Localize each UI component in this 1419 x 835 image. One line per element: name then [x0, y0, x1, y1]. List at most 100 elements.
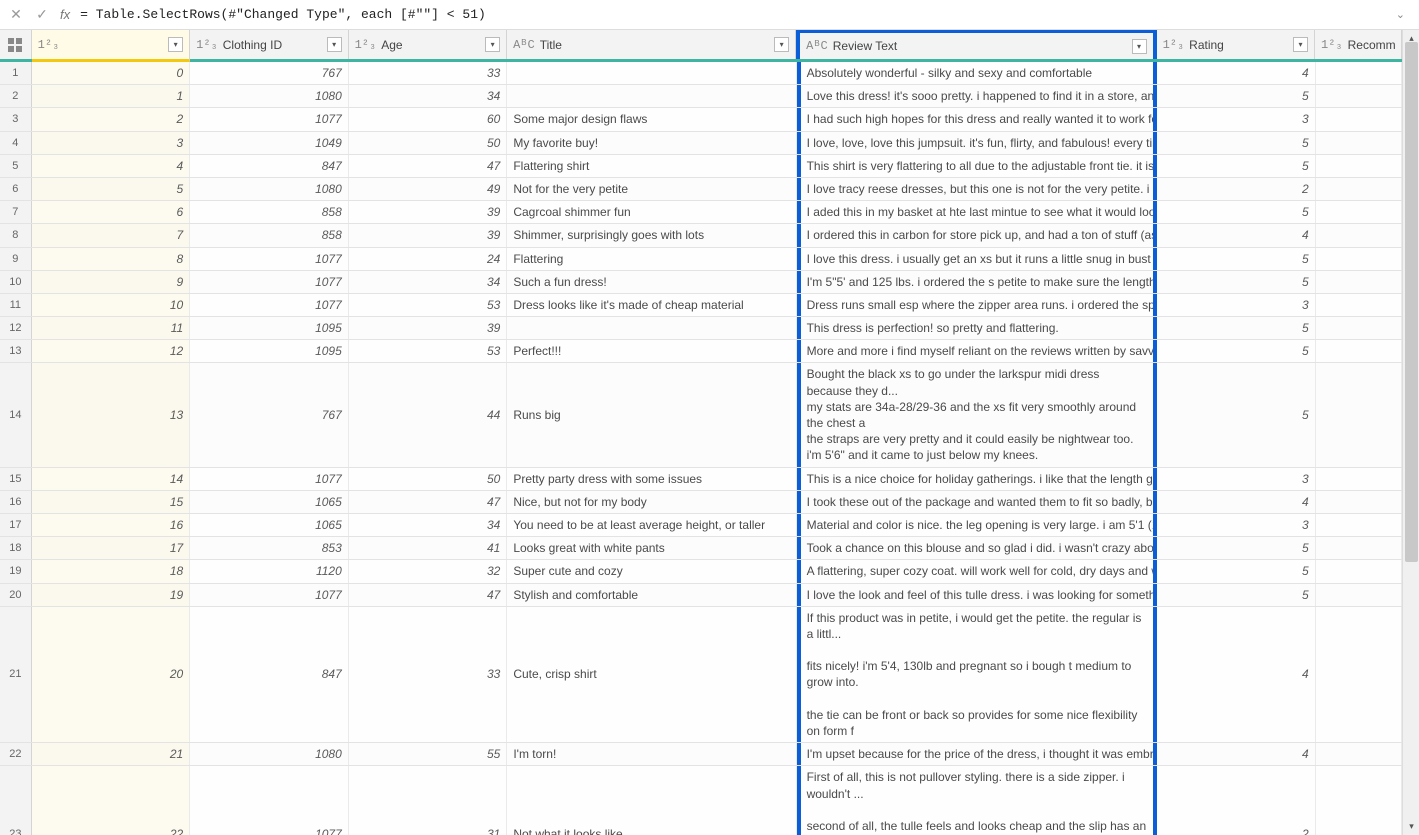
row-number[interactable]: 22: [0, 743, 32, 765]
cell[interactable]: 41: [349, 537, 508, 559]
cell[interactable]: Shimmer, surprisingly goes with lots: [507, 224, 796, 246]
cell[interactable]: You need to be at least average height, …: [507, 514, 796, 536]
cell[interactable]: [1316, 178, 1402, 200]
cell[interactable]: 47: [349, 491, 508, 513]
cell-review[interactable]: Bought the black xs to go under the lark…: [797, 363, 1158, 466]
cell[interactable]: 1077: [190, 468, 349, 490]
cell[interactable]: Some major design flaws: [507, 108, 796, 130]
cell[interactable]: 33: [349, 62, 508, 84]
cell[interactable]: 7: [32, 224, 191, 246]
row-number[interactable]: 21: [0, 607, 32, 743]
row-number[interactable]: 2: [0, 85, 32, 107]
row-number[interactable]: 16: [0, 491, 32, 513]
row-number[interactable]: 9: [0, 248, 32, 270]
cell[interactable]: Runs big: [507, 363, 796, 466]
column-header-recommend[interactable]: 1²₃ Recommen: [1315, 30, 1402, 59]
row-number[interactable]: 14: [0, 363, 32, 466]
filter-dropdown-icon[interactable]: ▾: [1293, 37, 1308, 52]
cell[interactable]: 4: [1157, 224, 1316, 246]
cell[interactable]: 5: [1157, 85, 1316, 107]
cell-review[interactable]: I had such high hopes for this dress and…: [797, 108, 1158, 130]
cell[interactable]: 39: [349, 224, 508, 246]
cell[interactable]: 4: [1157, 62, 1316, 84]
cell[interactable]: 1077: [190, 294, 349, 316]
filter-dropdown-icon[interactable]: ▾: [774, 37, 789, 52]
cell[interactable]: 5: [1157, 271, 1316, 293]
table-row[interactable]: 7685839Cagrcoal shimmer funI aded this i…: [0, 201, 1402, 224]
table-row[interactable]: 2221108055I'm torn!I'm upset because for…: [0, 743, 1402, 766]
table-row[interactable]: 32107760Some major design flawsI had suc…: [0, 108, 1402, 131]
row-number[interactable]: 13: [0, 340, 32, 362]
cell[interactable]: [1316, 317, 1402, 339]
cell[interactable]: 1095: [190, 340, 349, 362]
table-row[interactable]: 141376744Runs bigBought the black xs to …: [0, 363, 1402, 467]
row-number[interactable]: 1: [0, 62, 32, 84]
cell[interactable]: [1316, 340, 1402, 362]
table-row[interactable]: 1076733Absolutely wonderful - silky and …: [0, 62, 1402, 85]
table-row[interactable]: 1615106547Nice, but not for my bodyI too…: [0, 491, 1402, 514]
cell[interactable]: Not for the very petite: [507, 178, 796, 200]
table-row[interactable]: 65108049Not for the very petiteI love tr…: [0, 178, 1402, 201]
cell[interactable]: 12: [32, 340, 191, 362]
row-number[interactable]: 8: [0, 224, 32, 246]
cell[interactable]: 5: [1157, 584, 1316, 606]
table-row[interactable]: 2019107747Stylish and comfortableI love …: [0, 584, 1402, 607]
cell[interactable]: 24: [349, 248, 508, 270]
cell[interactable]: 60: [349, 108, 508, 130]
cell[interactable]: 22: [32, 766, 191, 835]
cell[interactable]: 21: [32, 743, 191, 765]
cell[interactable]: Pretty party dress with some issues: [507, 468, 796, 490]
cell[interactable]: 1049: [190, 132, 349, 154]
cell[interactable]: 3: [1157, 514, 1316, 536]
cell[interactable]: [1316, 514, 1402, 536]
column-header-title[interactable]: AᴮC Title ▾: [507, 30, 796, 59]
cell[interactable]: 1: [32, 85, 191, 107]
cell[interactable]: 4: [1157, 743, 1316, 765]
cell[interactable]: I'm torn!: [507, 743, 796, 765]
cell[interactable]: 34: [349, 514, 508, 536]
filter-dropdown-icon[interactable]: ▾: [485, 37, 500, 52]
filter-dropdown-icon[interactable]: ▾: [1132, 39, 1147, 54]
cell[interactable]: Dress looks like it's made of cheap mate…: [507, 294, 796, 316]
cell[interactable]: 39: [349, 201, 508, 223]
cell[interactable]: 5: [1157, 248, 1316, 270]
cell[interactable]: 8: [32, 248, 191, 270]
row-number[interactable]: 3: [0, 108, 32, 130]
cell[interactable]: Flattering: [507, 248, 796, 270]
cell[interactable]: 31: [349, 766, 508, 835]
cell[interactable]: My favorite buy!: [507, 132, 796, 154]
cell[interactable]: 16: [32, 514, 191, 536]
cell[interactable]: [1316, 224, 1402, 246]
cell[interactable]: [1316, 743, 1402, 765]
cell-review[interactable]: First of all, this is not pullover styli…: [797, 766, 1158, 835]
cell[interactable]: [1316, 108, 1402, 130]
row-number[interactable]: 4: [0, 132, 32, 154]
table-row[interactable]: 212084733Cute, crisp shirtIf this produc…: [0, 607, 1402, 744]
cell[interactable]: 3: [1157, 108, 1316, 130]
cell[interactable]: Flattering shirt: [507, 155, 796, 177]
cell[interactable]: Looks great with white pants: [507, 537, 796, 559]
cell[interactable]: [507, 317, 796, 339]
cell[interactable]: 847: [190, 155, 349, 177]
row-number[interactable]: 19: [0, 560, 32, 582]
scroll-down-icon[interactable]: ▾: [1403, 818, 1419, 835]
cell[interactable]: 1065: [190, 491, 349, 513]
table-row[interactable]: 5484747Flattering shirtThis shirt is ver…: [0, 155, 1402, 178]
cell[interactable]: 767: [190, 62, 349, 84]
cell-review[interactable]: This is a nice choice for holiday gather…: [797, 468, 1158, 490]
cell[interactable]: 15: [32, 491, 191, 513]
cell[interactable]: 5: [1157, 537, 1316, 559]
cell[interactable]: 4: [1157, 491, 1316, 513]
cell[interactable]: Not what it looks like: [507, 766, 796, 835]
cell[interactable]: Nice, but not for my body: [507, 491, 796, 513]
cell-review[interactable]: Dress runs small esp where the zipper ar…: [797, 294, 1158, 316]
cell[interactable]: 13: [32, 363, 191, 466]
row-number[interactable]: 12: [0, 317, 32, 339]
cell[interactable]: 858: [190, 201, 349, 223]
accept-formula-icon[interactable]: ✓: [34, 6, 50, 23]
cell[interactable]: Such a fun dress!: [507, 271, 796, 293]
cell[interactable]: 5: [1157, 317, 1316, 339]
cell-review[interactable]: I'm upset because for the price of the d…: [797, 743, 1158, 765]
cell[interactable]: 4: [1157, 607, 1316, 743]
cell[interactable]: [1316, 560, 1402, 582]
